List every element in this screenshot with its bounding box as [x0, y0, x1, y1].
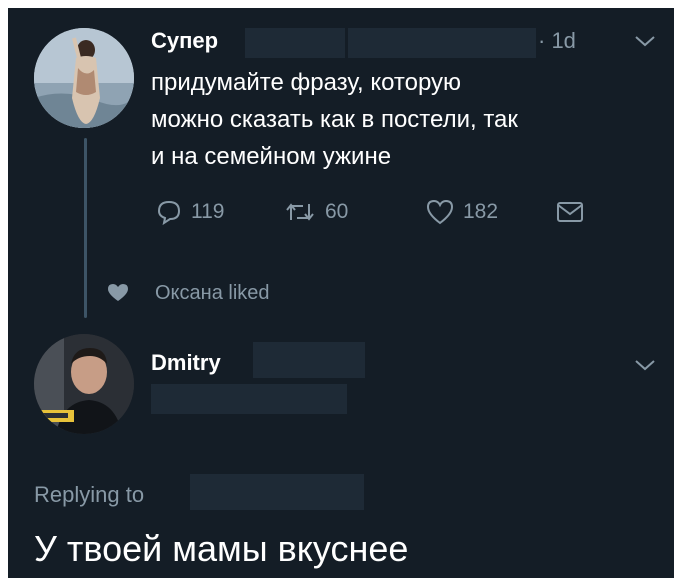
- redacted-handle: [245, 28, 345, 58]
- reply-text: У твоей мамы вкуснее: [34, 528, 409, 569]
- tweet-text-line: и на семейном ужине: [151, 143, 392, 170]
- heart-small-icon: [108, 284, 128, 301]
- chevron-down-icon[interactable]: [634, 358, 656, 372]
- tweet-screenshot: Супер · 1d придумайте фразу, которую мож…: [8, 8, 674, 578]
- author-name[interactable]: Супер: [151, 28, 218, 54]
- redacted-handle: [253, 342, 365, 378]
- tweet-text-line: придумайте фразу, которую: [151, 69, 462, 96]
- retweet-button[interactable]: 60: [283, 197, 348, 227]
- dm-icon: [557, 202, 583, 222]
- avatar[interactable]: [34, 334, 134, 434]
- tweet-text-line: можно сказать как в постели, так: [151, 106, 518, 133]
- like-button[interactable]: 182: [425, 197, 498, 227]
- reply-icon: [157, 200, 181, 226]
- thread-connector: [84, 138, 87, 318]
- redacted-handle: [151, 384, 347, 414]
- reply-button[interactable]: 119: [155, 197, 224, 227]
- avatar-photo: [34, 28, 134, 128]
- avatar[interactable]: [34, 28, 134, 128]
- tweet-text: придумайте фразу, которую можно сказать …: [151, 64, 651, 175]
- avatar-photo: [34, 334, 134, 434]
- like-icon: [426, 199, 454, 225]
- redacted-handle: [348, 28, 536, 58]
- like-count: 182: [463, 200, 499, 223]
- retweet-count: 60: [325, 200, 349, 223]
- redacted-username: [190, 474, 364, 510]
- author-name[interactable]: Dmitry: [151, 350, 221, 376]
- liked-notice: Оксана liked: [107, 280, 270, 306]
- dm-button[interactable]: [555, 197, 593, 227]
- replying-to-label: Replying to: [34, 482, 145, 507]
- tweet-time[interactable]: · 1d: [538, 28, 576, 54]
- retweet-icon: [286, 203, 314, 221]
- chevron-down-icon[interactable]: [634, 34, 656, 48]
- liked-label: Оксана liked: [155, 281, 270, 304]
- reply-count: 119: [191, 200, 225, 223]
